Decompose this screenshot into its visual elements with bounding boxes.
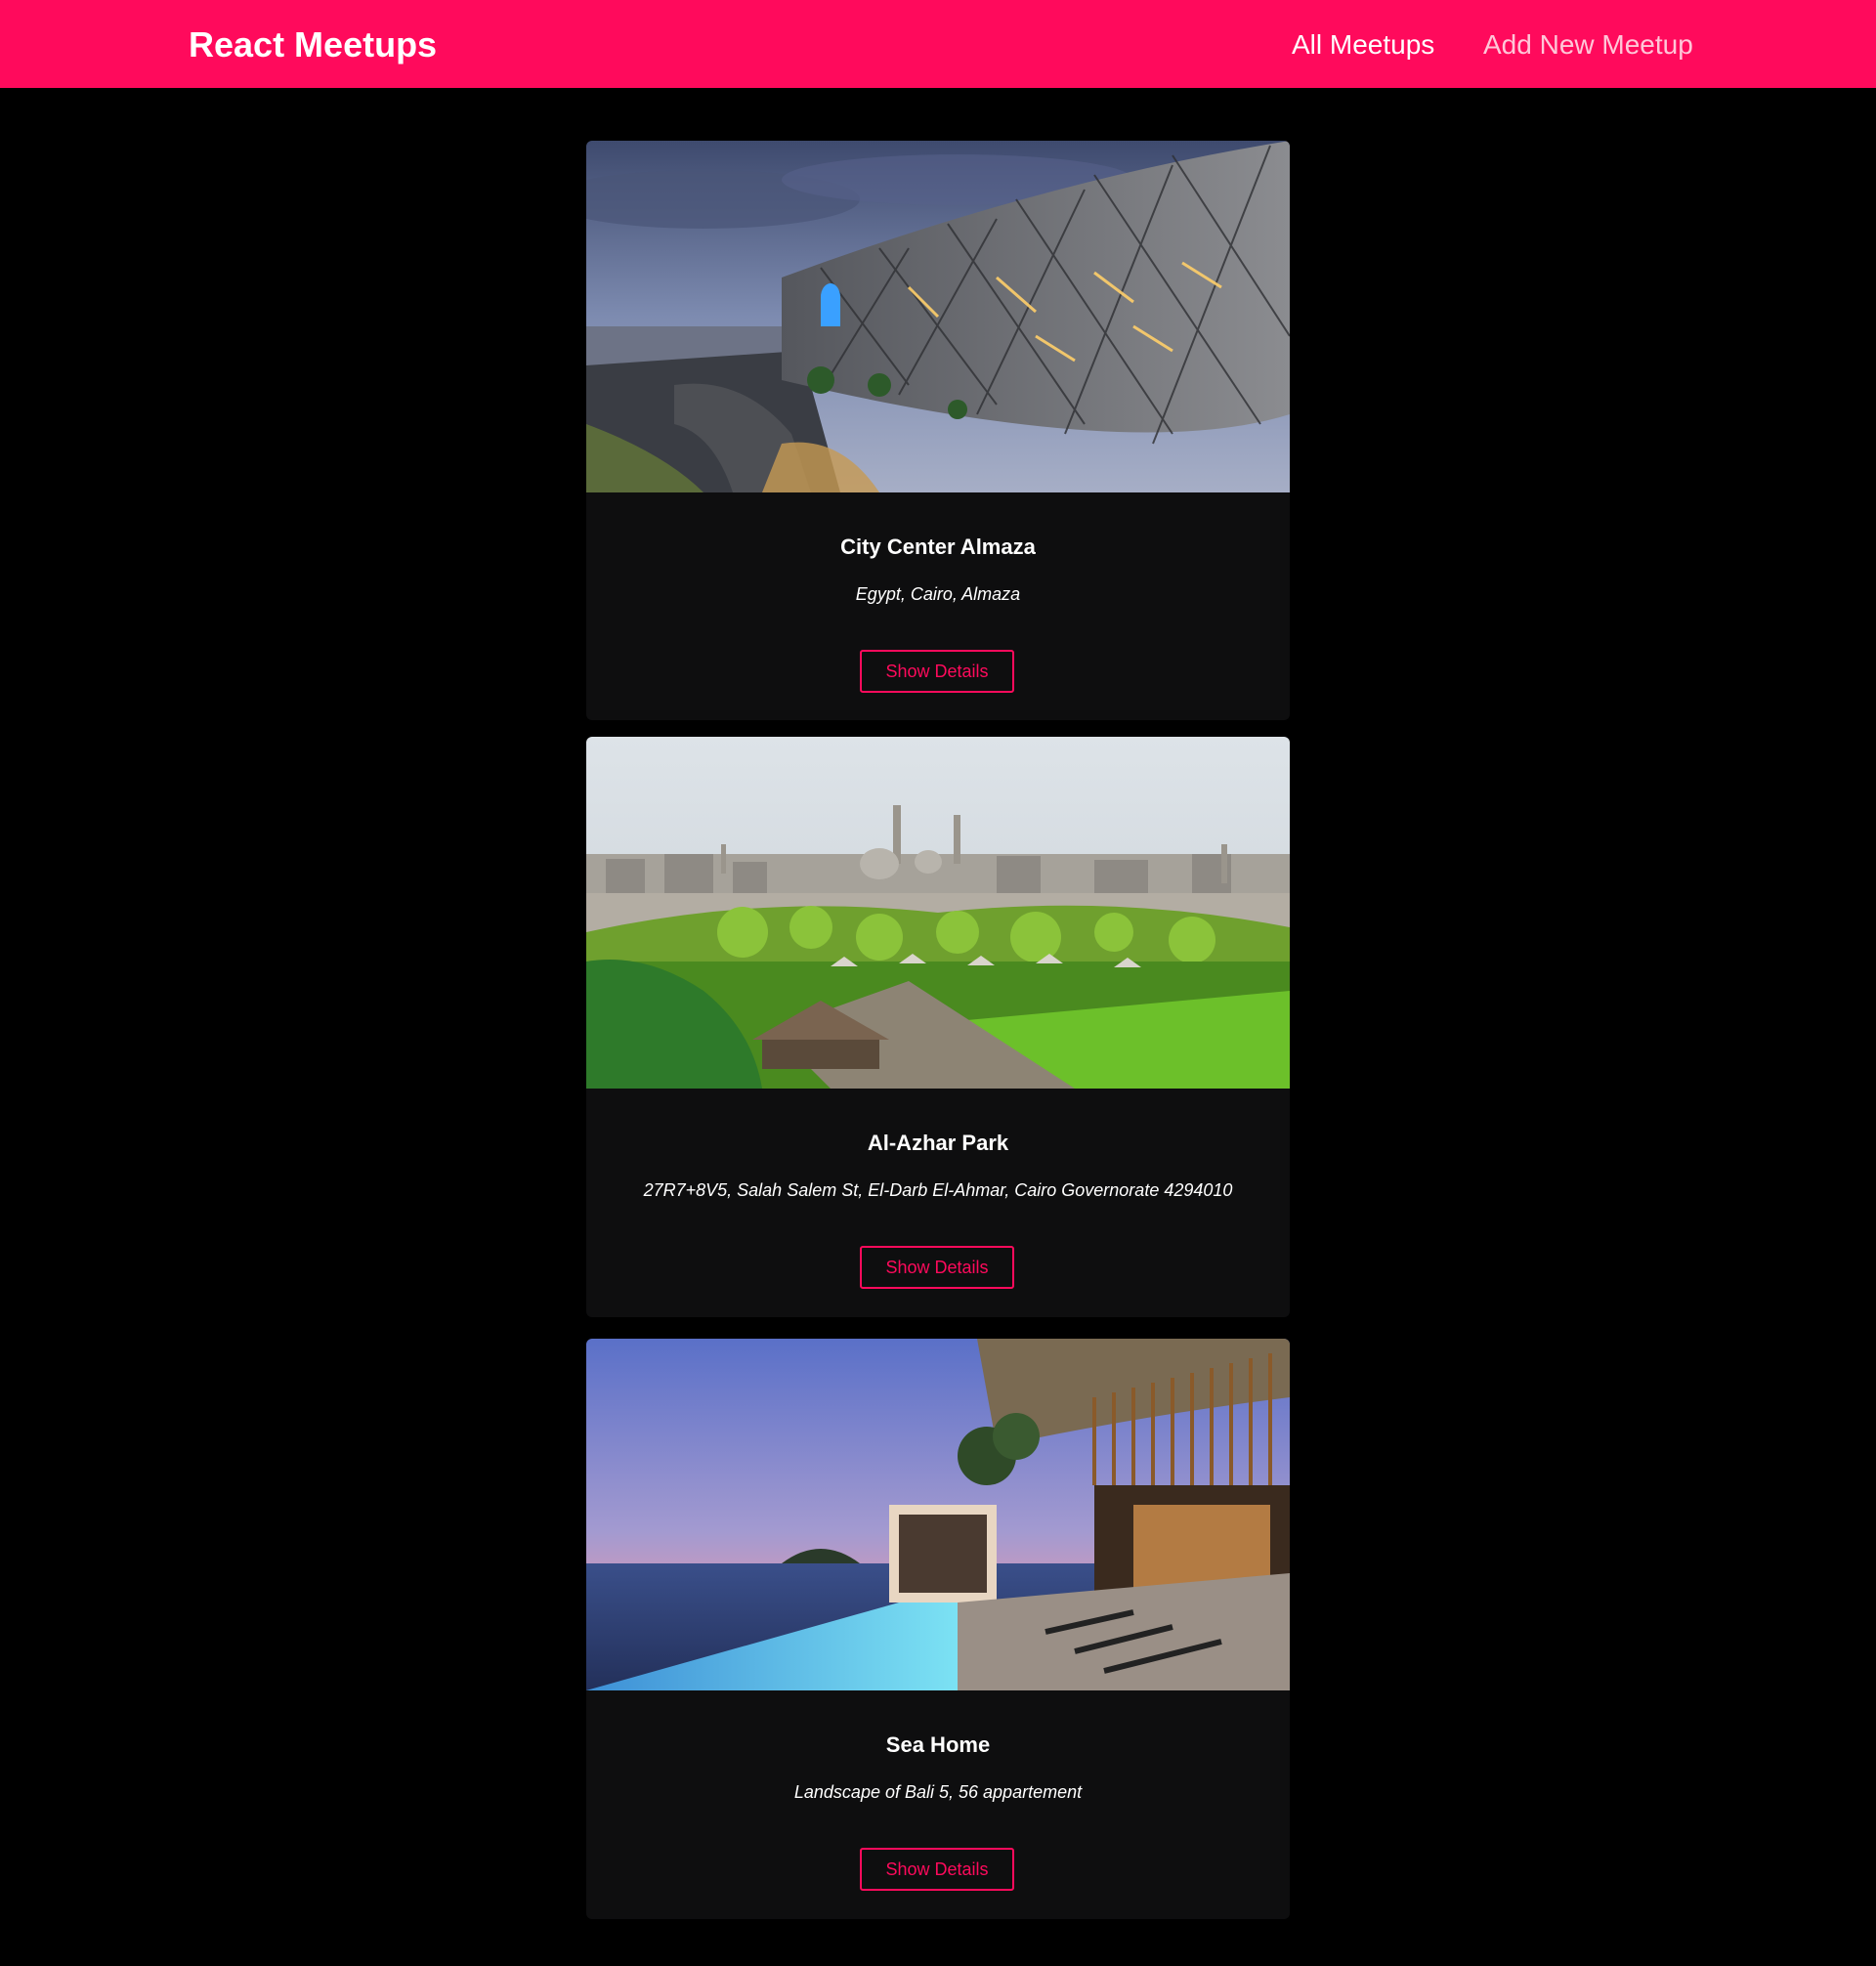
show-details-button[interactable]: Show Details: [860, 1246, 1014, 1289]
meetup-address: Landscape of Bali 5, 56 appartement: [793, 1782, 1083, 1802]
meetup-address: 27R7+8V5, Salah Salem St, El-Darb El-Ahm…: [643, 1180, 1233, 1200]
nav-link-all-meetups[interactable]: All Meetups: [1292, 27, 1434, 63]
meetup-title: Al-Azhar Park: [867, 1131, 1009, 1155]
meetup-card: Al-Azhar Park 27R7+8V5, Salah Salem St, …: [586, 737, 1290, 1317]
show-details-button[interactable]: Show Details: [860, 1848, 1014, 1891]
meetup-image: [586, 141, 1290, 492]
brand-logo[interactable]: React Meetups: [189, 23, 437, 66]
meetup-title: Sea Home: [885, 1732, 991, 1757]
meetup-image: [586, 737, 1290, 1089]
meetup-address: Egypt, Cairo, Almaza: [855, 584, 1021, 604]
nav-link-add-new-meetup[interactable]: Add New Meetup: [1483, 27, 1693, 63]
meetup-title: City Center Almaza: [840, 534, 1036, 559]
main-header: React Meetups All Meetups Add New Meetup: [0, 0, 1876, 88]
meetup-card: City Center Almaza Egypt, Cairo, Almaza …: [586, 141, 1290, 720]
meetup-card: Sea Home Landscape of Bali 5, 56 apparte…: [586, 1339, 1290, 1919]
show-details-button[interactable]: Show Details: [860, 650, 1014, 693]
meetup-image: [586, 1339, 1290, 1690]
